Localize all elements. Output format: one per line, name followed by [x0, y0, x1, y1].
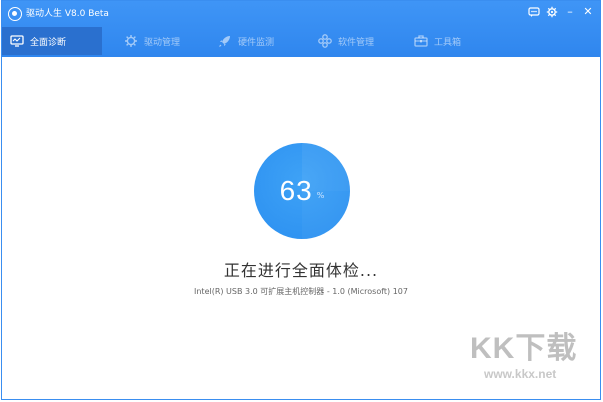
rocket-icon [218, 34, 232, 48]
window-controls: – ✕ [528, 6, 594, 18]
tab-label: 全面诊断 [30, 37, 67, 48]
watermark-brand: KK下载 [470, 332, 578, 365]
app-title: 驱动人生 V8.0 Beta [26, 9, 109, 19]
tab-software-management[interactable]: 软件管理 [310, 27, 406, 55]
progress-number: 63 [279, 175, 313, 206]
main-tabs: 全面诊断 驱动管理 硬件监测 软件管理 工具箱 [2, 27, 502, 55]
app-window: 驱动人生 V8.0 Beta – ✕ 全面诊断 驱动管理 硬件监测 软件管理 工… [1, 0, 601, 400]
progress-circle: 63 % [254, 143, 350, 239]
tab-full-diagnosis[interactable]: 全面诊断 [2, 27, 102, 55]
app-logo-icon [8, 7, 22, 21]
tab-hardware-monitor[interactable]: 硬件监测 [210, 27, 310, 55]
tab-label: 硬件监测 [238, 37, 275, 48]
message-icon[interactable] [528, 6, 540, 18]
close-icon[interactable]: ✕ [582, 6, 594, 18]
apps-icon [318, 34, 332, 48]
diagnosis-panel: 63 % 正在进行全面体检... Intel(R) USB 3.0 可扩展主机控… [2, 57, 600, 399]
tab-label: 软件管理 [338, 37, 375, 48]
tab-label: 驱动管理 [144, 37, 181, 48]
tab-toolbox[interactable]: 工具箱 [406, 27, 502, 55]
monitor-icon [10, 34, 24, 48]
gear-icon[interactable] [546, 6, 558, 18]
scan-status-title: 正在进行全面体检... [223, 261, 379, 280]
watermark-url: www.kkx.net [484, 367, 557, 381]
scan-current-item: Intel(R) USB 3.0 可扩展主机控制器 - 1.0 (Microso… [194, 287, 408, 296]
watermark: KK下载 www.kkx.net [470, 331, 586, 383]
toolbox-icon [414, 34, 428, 48]
progress-unit: % [316, 190, 325, 200]
tab-label: 工具箱 [434, 37, 462, 48]
minimize-icon[interactable]: – [564, 6, 576, 18]
progress-value: 63 % [254, 143, 350, 239]
tab-driver-management[interactable]: 驱动管理 [116, 27, 206, 55]
title-bar: 驱动人生 V8.0 Beta – ✕ 全面诊断 驱动管理 硬件监测 软件管理 工… [2, 1, 600, 57]
gear-icon [124, 34, 138, 48]
